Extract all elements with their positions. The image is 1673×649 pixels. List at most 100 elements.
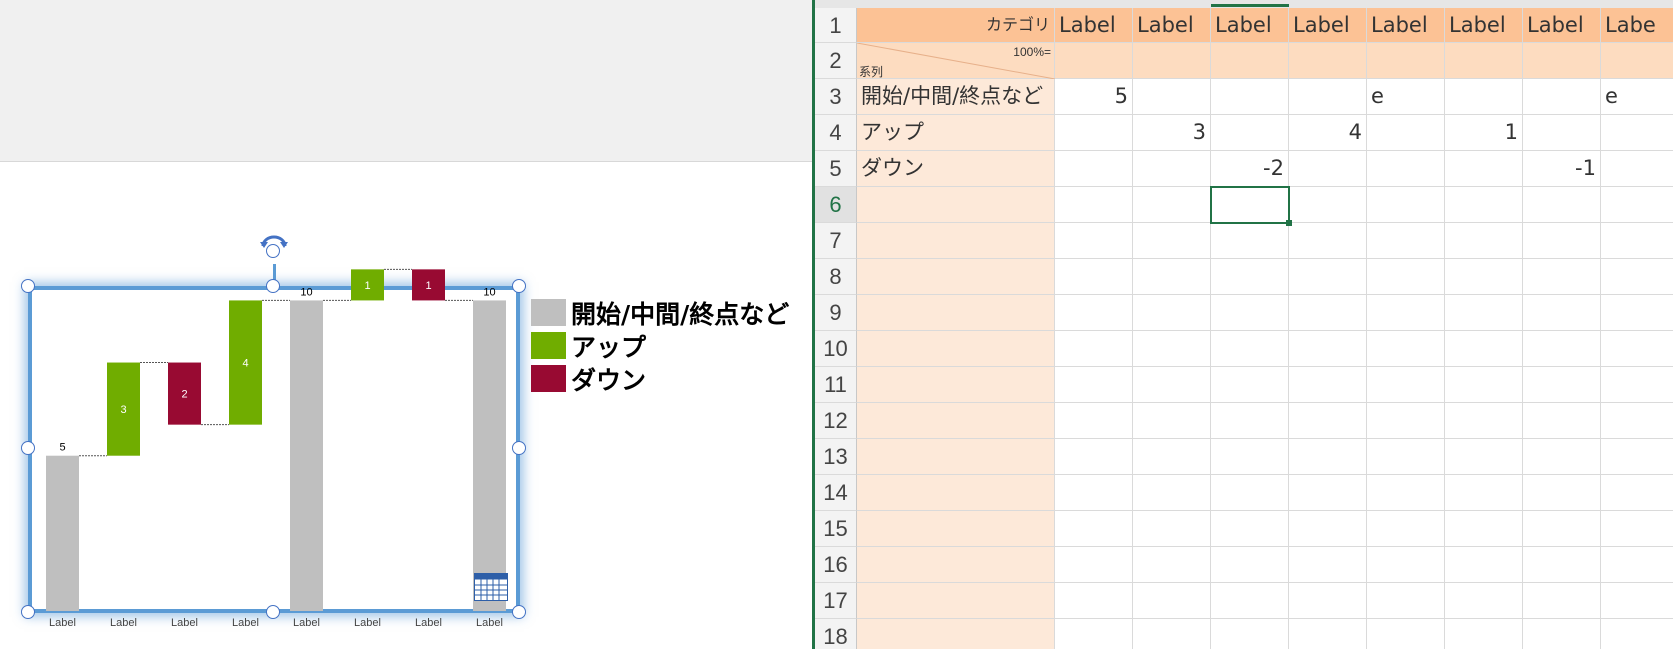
sheet-cell[interactable] [1211,475,1289,511]
sheet-cell[interactable] [1289,475,1367,511]
column-label-cell[interactable]: Label [1055,8,1133,43]
sheet-cell[interactable] [1523,367,1601,403]
chart-legend[interactable]: 開始/中間/終点など アップ ダウン [531,296,789,395]
sheet-cell[interactable] [1445,619,1523,649]
column-label-cell[interactable]: Label [1523,8,1601,43]
value-cell[interactable]: 5 [1055,79,1133,115]
sheet-cell[interactable] [1289,295,1367,331]
sheet-cell[interactable] [1133,295,1211,331]
sheet-cell[interactable] [1211,439,1289,475]
selected-cell[interactable] [1210,186,1290,224]
row-header[interactable]: 18 [815,619,857,649]
row-header[interactable]: 15 [815,511,857,547]
sheet-cell[interactable] [1367,547,1445,583]
sheet-cell[interactable] [1523,619,1601,649]
sheet-cell[interactable] [857,475,1055,511]
sheet-cell[interactable] [857,619,1055,649]
row-header[interactable]: 17 [815,583,857,619]
sheet-cell[interactable] [1055,367,1133,403]
series-name-cell[interactable]: アップ [857,115,1055,151]
sheet-cell[interactable] [1211,583,1289,619]
sheet-cell[interactable] [1211,619,1289,649]
resize-handle-bottom[interactable] [266,605,280,619]
sheet-cell[interactable] [1211,295,1289,331]
sheet-cell[interactable] [1601,511,1673,547]
sheet-cell[interactable] [1133,511,1211,547]
sheet-cell[interactable] [1367,259,1445,295]
row-header[interactable]: 11 [815,367,857,403]
sheet-cell[interactable] [1445,259,1523,295]
value-cell[interactable]: e [1601,79,1673,115]
resize-handle-top-right[interactable] [512,279,526,293]
sheet-cell[interactable] [1367,619,1445,649]
value-cell[interactable] [1367,115,1445,151]
value-cell[interactable] [1445,151,1523,187]
sheet-cell[interactable] [1445,43,1523,79]
sheet-cell[interactable] [857,331,1055,367]
sheet-cell[interactable] [857,583,1055,619]
sheet-cell[interactable] [1289,547,1367,583]
series-name-cell[interactable]: ダウン [857,151,1055,187]
sheet-cell[interactable] [1445,439,1523,475]
sheet-cell[interactable] [1211,223,1289,259]
sheet-cell[interactable] [1367,511,1445,547]
sheet-cell[interactable] [1367,187,1445,223]
sheet-cell[interactable] [1133,583,1211,619]
sheet-cell[interactable] [1601,367,1673,403]
sheet-cell[interactable] [1445,223,1523,259]
sheet-cell[interactable] [857,547,1055,583]
value-cell[interactable] [1367,151,1445,187]
row-header[interactable]: 1 [815,8,857,43]
sheet-cell[interactable] [1445,511,1523,547]
sheet-cell[interactable] [1133,367,1211,403]
sheet-cell[interactable] [1211,403,1289,439]
row-header[interactable]: 16 [815,547,857,583]
sheet-cell[interactable] [857,295,1055,331]
sheet-cell[interactable] [1289,583,1367,619]
column-label-cell[interactable]: Label [1289,8,1367,43]
sheet-cell[interactable] [1289,439,1367,475]
sheet-cell[interactable] [1289,223,1367,259]
sheet-cell[interactable] [1133,403,1211,439]
sheet-cell[interactable] [1133,475,1211,511]
column-label-cell[interactable]: Label [1211,8,1289,43]
resize-handle-right[interactable] [512,441,526,455]
sheet-cell[interactable] [857,511,1055,547]
sheet-cell[interactable] [1523,187,1601,223]
sheet-cell[interactable] [1523,295,1601,331]
value-cell[interactable] [1601,151,1673,187]
sheet-cell[interactable] [1601,619,1673,649]
row-header[interactable]: 10 [815,331,857,367]
sheet-cell[interactable] [1133,439,1211,475]
sheet-cell[interactable] [1055,619,1133,649]
value-cell[interactable] [1211,79,1289,115]
sheet-cell[interactable] [1289,619,1367,649]
sheet-cell[interactable] [1289,187,1367,223]
sheet-cell[interactable] [1055,439,1133,475]
sheet-cell[interactable] [1523,439,1601,475]
value-cell[interactable] [1289,151,1367,187]
fill-handle[interactable] [1286,220,1292,226]
sheet-cell[interactable] [1055,295,1133,331]
row-header[interactable]: 14 [815,475,857,511]
value-cell[interactable]: -1 [1523,151,1601,187]
value-cell[interactable] [1055,151,1133,187]
value-cell[interactable]: -2 [1211,151,1289,187]
sheet-cell[interactable] [1055,403,1133,439]
sheet-cell[interactable] [1055,547,1133,583]
sheet-cell[interactable] [857,403,1055,439]
bar-total-1[interactable] [46,455,79,611]
value-cell[interactable] [1055,115,1133,151]
row-header[interactable]: 6 [815,187,857,223]
sheet-cell[interactable] [1601,439,1673,475]
row-header[interactable]: 4 [815,115,857,151]
value-cell[interactable]: e [1367,79,1445,115]
sheet-cell[interactable] [1055,511,1133,547]
row-header[interactable]: 5 [815,151,857,187]
sheet-cell[interactable] [1133,223,1211,259]
header-corner-cell[interactable]: カテゴリ [857,8,1055,43]
resize-handle-top[interactable] [266,279,280,293]
row-header[interactable]: 8 [815,259,857,295]
sheet-cell[interactable] [1211,259,1289,295]
sheet-cell[interactable] [857,187,1055,223]
